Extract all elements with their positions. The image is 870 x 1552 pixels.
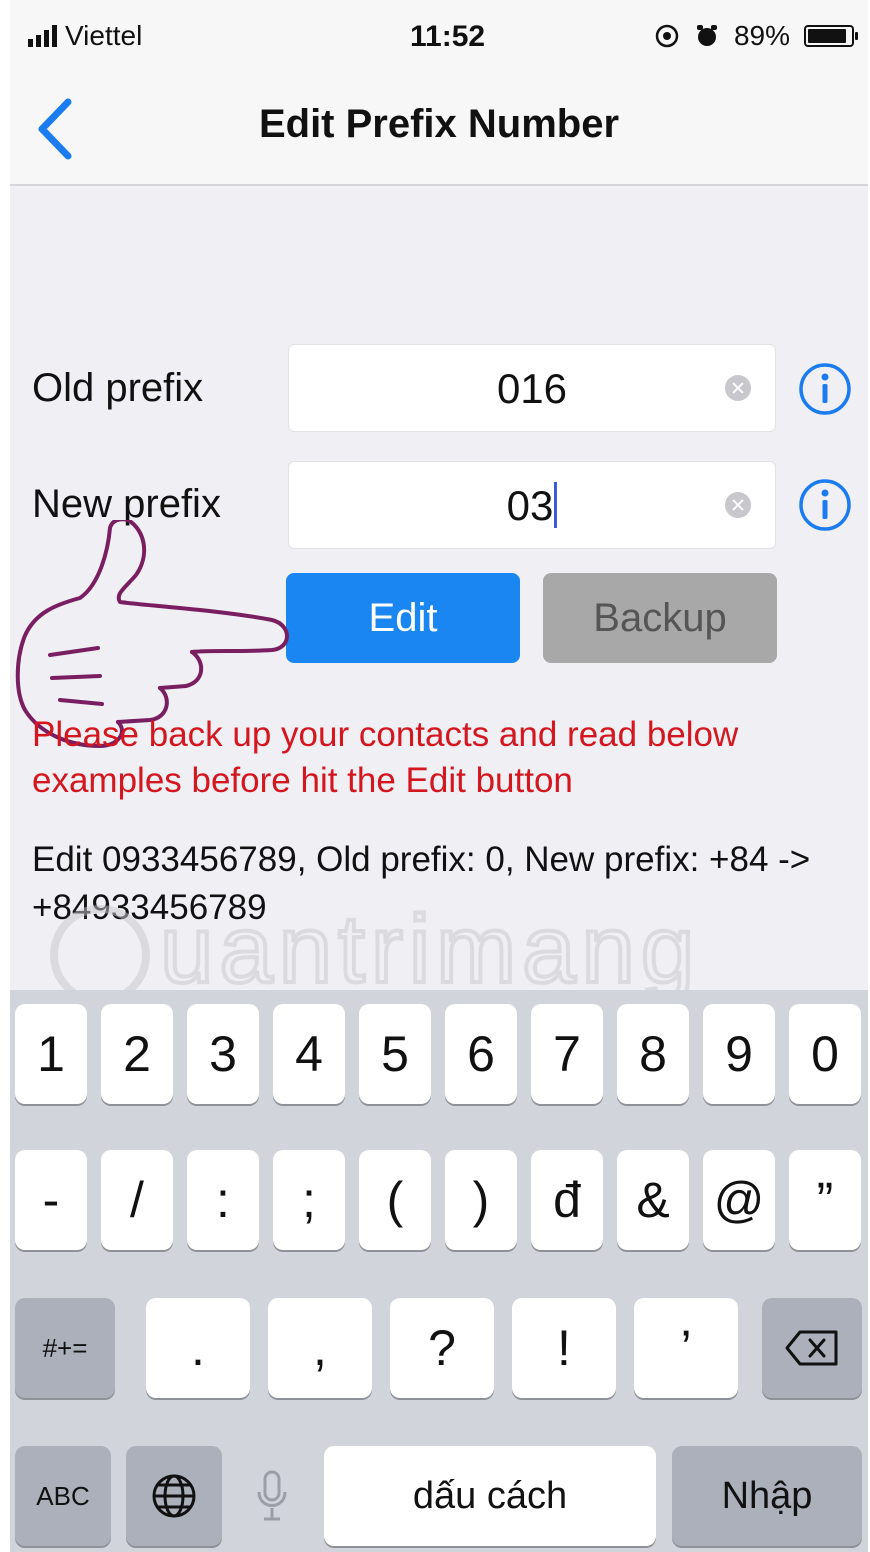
globe-icon: [152, 1474, 196, 1518]
key-exclamation[interactable]: !: [512, 1298, 616, 1398]
edit-button[interactable]: Edit: [286, 573, 520, 663]
key-apostrophe[interactable]: ’: [634, 1298, 738, 1398]
key-open-paren[interactable]: (: [359, 1150, 431, 1250]
clock: 11:52: [410, 20, 486, 53]
navigation-bar: Edit Prefix Number: [10, 80, 868, 186]
new-prefix-input: 03: [289, 482, 775, 530]
warning-message: Please back up your contacts and read be…: [32, 715, 739, 800]
key-quote[interactable]: ”: [789, 1150, 861, 1250]
abc-key[interactable]: ABC: [15, 1446, 111, 1546]
numeric-keyboard: 1 2 3 4 5 6 7 8 9 0 - / : ; ( ) đ & @ ” …: [10, 990, 868, 1552]
key-period[interactable]: .: [146, 1298, 250, 1398]
old-prefix-value: 016: [496, 365, 568, 412]
space-key[interactable]: dấu cách: [324, 1446, 656, 1546]
location-lock-icon: [655, 24, 679, 48]
key-9[interactable]: 9: [703, 1004, 775, 1104]
battery-percent: 89%: [733, 20, 790, 51]
new-prefix-value: 03: [506, 482, 554, 529]
symbols-key[interactable]: #+=: [15, 1298, 115, 1398]
key-at[interactable]: @: [703, 1150, 775, 1250]
old-prefix-label: Old prefix: [32, 366, 204, 410]
page-title: Edit Prefix Number: [258, 102, 620, 146]
key-question[interactable]: ?: [390, 1298, 494, 1398]
return-key[interactable]: Nhập: [672, 1446, 862, 1546]
symbols-key-label: #+=: [42, 1332, 88, 1363]
key-6[interactable]: 6: [445, 1004, 517, 1104]
key-3[interactable]: 3: [187, 1004, 259, 1104]
backspace-key[interactable]: [762, 1298, 862, 1398]
key-5[interactable]: 5: [359, 1004, 431, 1104]
globe-key[interactable]: [126, 1446, 222, 1546]
key-1[interactable]: 1: [15, 1004, 87, 1104]
key-4[interactable]: 4: [273, 1004, 345, 1104]
example-text: Edit 0933456789, Old prefix: 0, New pref…: [32, 840, 811, 927]
microphone-icon: [257, 1470, 287, 1521]
abc-key-label: ABC: [36, 1480, 90, 1511]
new-prefix-field[interactable]: 03: [288, 461, 776, 549]
key-2[interactable]: 2: [101, 1004, 173, 1104]
status-bar: Viettel 11:52 89%: [10, 0, 868, 80]
old-prefix-field[interactable]: 016: [288, 344, 776, 432]
new-prefix-label: New prefix: [32, 482, 221, 526]
key-0[interactable]: 0: [789, 1004, 861, 1104]
text-cursor: [554, 482, 558, 528]
key-slash[interactable]: /: [101, 1150, 173, 1250]
key-semicolon[interactable]: ;: [273, 1150, 345, 1250]
backup-button[interactable]: Backup: [543, 573, 777, 663]
clear-icon[interactable]: [725, 375, 751, 401]
key-colon[interactable]: :: [187, 1150, 259, 1250]
clear-icon[interactable]: [725, 492, 751, 518]
info-icon[interactable]: [798, 478, 852, 532]
carrier-name: Viettel: [65, 20, 143, 51]
signal-icon: [28, 25, 57, 47]
backspace-icon: [785, 1330, 838, 1366]
status-right: 89%: [654, 20, 858, 52]
key-8[interactable]: 8: [617, 1004, 689, 1104]
info-icon[interactable]: [798, 362, 852, 416]
key-comma[interactable]: ,: [268, 1298, 372, 1398]
battery-icon: [804, 25, 858, 47]
key-hyphen[interactable]: -: [15, 1150, 87, 1250]
dictation-key[interactable]: [236, 1446, 308, 1546]
alarm-icon: [696, 25, 717, 46]
carrier: Viettel: [28, 20, 142, 52]
key-ampersand[interactable]: &: [617, 1150, 689, 1250]
key-close-paren[interactable]: ): [445, 1150, 517, 1250]
key-7[interactable]: 7: [531, 1004, 603, 1104]
key-d-stroke[interactable]: đ: [531, 1150, 603, 1250]
app-screen: Viettel 11:52 89% Edit Prefix Number Old…: [10, 0, 868, 1552]
